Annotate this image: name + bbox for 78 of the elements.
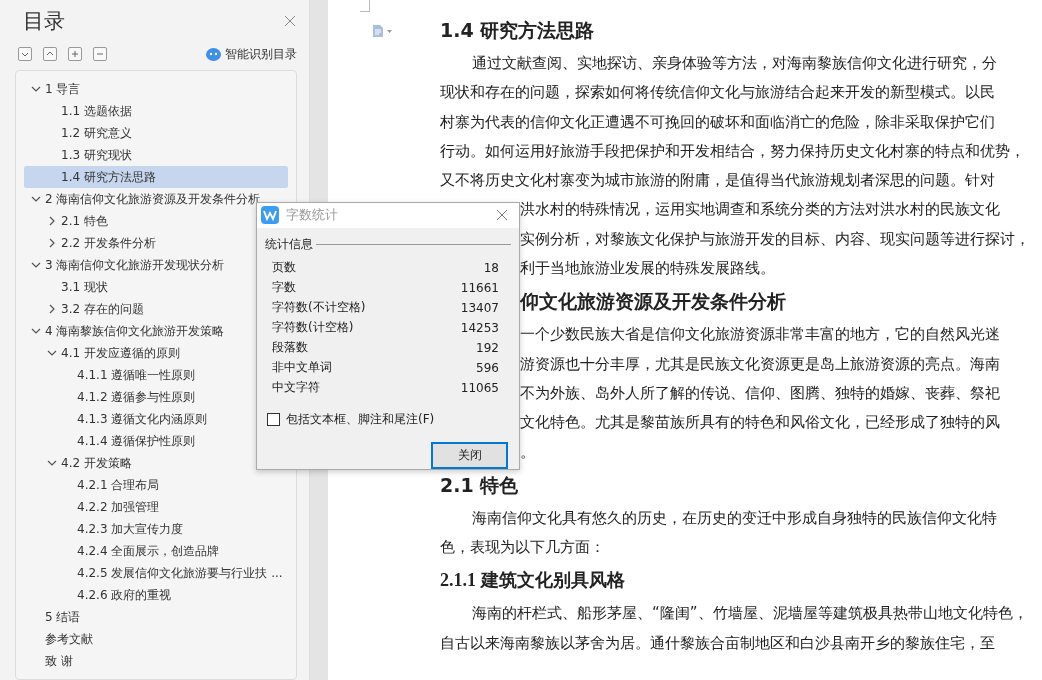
stat-value: 11661: [460, 280, 499, 295]
section-heading: 2.1.1 建筑文化别具风格: [440, 569, 625, 593]
toc-item[interactable]: 2.2 开发条件分析: [24, 232, 160, 254]
toc-item[interactable]: 3.1 现状: [24, 276, 112, 298]
toc-item[interactable]: 3 海南信仰文化旅游开发现状分析: [24, 254, 229, 276]
option-label: 包括文本框、脚注和尾注(F): [286, 410, 435, 428]
expand-all-button[interactable]: [18, 47, 32, 62]
paragraph-line: 不为外族、岛外人所了解的传说、信仰、图腾、独特的婚嫁、丧葬、祭祀: [520, 382, 1000, 404]
stat-value: 596: [476, 360, 499, 375]
toc-item[interactable]: 1 导言: [24, 78, 85, 100]
close-button[interactable]: 关闭: [431, 441, 508, 469]
toc-item[interactable]: 4.1.4 遵循保护性原则: [24, 430, 200, 452]
page-corner-mark: [360, 0, 370, 12]
toc-item[interactable]: 4.2.5 发展信仰文化旅游要与行业扶 ...: [24, 562, 287, 584]
paragraph-line: 现状和存在的问题，探索如何将传统信仰文化与旅游结合起来开发的新型模式。以民: [440, 82, 995, 104]
toc-item[interactable]: 1.4 研究方法思路: [24, 166, 288, 188]
stat-label: 非中文单词: [272, 359, 332, 377]
paragraph-line: 。: [520, 441, 535, 463]
paragraph-line: 村寨为代表的信仰文化正遭遇不可挽回的破坏和面临消亡的危险，除非采取保护它们: [440, 111, 995, 133]
stat-value: 18: [483, 260, 499, 275]
paragraph-line: 利于当地旅游业发展的特殊发展路线。: [520, 258, 775, 280]
app-logo-icon: [261, 206, 279, 225]
stat-label: 字数: [272, 279, 296, 297]
toc-item[interactable]: 2 海南信仰文化旅游资源及开发条件分析: [24, 188, 265, 210]
toc-item[interactable]: 2.1 特色: [24, 210, 112, 232]
toc-item[interactable]: 1.1 选题依据: [24, 100, 136, 122]
toc-item[interactable]: 4.2.1 合理布局: [24, 474, 164, 496]
collapse-all-button[interactable]: [43, 47, 57, 62]
smart-toc-button[interactable]: 智能识别目录: [206, 45, 297, 63]
section-heading: 仰文化旅游资源及开发条件分析: [520, 289, 786, 315]
paragraph-line: 一个少数民族大省是信仰文化旅游资源非常丰富的地方，它的自然风光迷: [520, 324, 1000, 346]
expand-button[interactable]: [68, 47, 82, 62]
toc-item[interactable]: 4.2.3 加大宣传力度: [24, 518, 188, 540]
paragraph-line: 行动。如何运用好旅游手段把保护和开发相结合，努力保持历史文化村寨的特点和优势，: [440, 140, 1025, 162]
paragraph-line: 游资源也十分丰厚，尤其是民族文化资源更是岛上旅游资源的亮点。海南: [520, 353, 1000, 375]
stat-label: 段落数: [272, 339, 308, 357]
paragraph-line: 又不将历史文化村寨变为城市旅游的附庸，是值得当代旅游规划者深思的问题。针对: [440, 170, 995, 192]
collapse-button[interactable]: [93, 47, 107, 62]
paragraph-line: 海南的杆栏式、船形茅屋、“隆闺”、竹墙屋、泥墙屋等建筑极具热带山地文化特色，: [471, 603, 1028, 625]
panel-title: 目录: [23, 8, 65, 36]
robot-icon: [206, 47, 221, 61]
toc-item[interactable]: 4.1.1 遵循唯一性原则: [24, 364, 200, 386]
stat-value: 14253: [460, 320, 499, 335]
toc-item[interactable]: 4.2.6 政府的重视: [24, 584, 176, 606]
stat-value: 192: [476, 340, 499, 355]
checkbox[interactable]: [267, 412, 280, 426]
toc-item[interactable]: 1.3 研究现状: [24, 144, 136, 166]
toc-item[interactable]: 5 结语: [24, 606, 85, 628]
paragraph-line: 洪水村的特殊情况，运用实地调查和系统分类的方法对洪水村的民族文化: [520, 199, 1000, 221]
toc-item[interactable]: 4.2 开发策略: [24, 452, 136, 474]
close-icon[interactable]: [495, 208, 509, 223]
toc-item[interactable]: 参考文献: [24, 628, 97, 650]
toc-item[interactable]: 致 谢: [24, 650, 77, 672]
stat-label: 页数: [272, 259, 296, 277]
toc-item[interactable]: 4 海南黎族信仰文化旅游开发策略: [24, 320, 229, 342]
paragraph-line: 自古以来海南黎族以茅舍为居。通什黎族合亩制地区和白沙县南开乡的黎族住宅，至: [440, 632, 995, 654]
toc-item[interactable]: 1.2 研究意义: [24, 122, 136, 144]
toc-item[interactable]: 4.2.2 加强管理: [24, 496, 164, 518]
stat-label: 中文字符: [272, 379, 320, 397]
toc-item[interactable]: 4.1.2 遵循参与性原则: [24, 386, 200, 408]
stat-value: 11065: [460, 380, 499, 395]
stat-label: 字符数(不计空格): [272, 299, 366, 317]
close-icon[interactable]: [283, 14, 297, 29]
toc-item[interactable]: 4.1.3 遵循文化内涵原则: [24, 408, 212, 430]
toc-item[interactable]: 3.2 存在的问题: [24, 298, 148, 320]
stat-value: 13407: [460, 300, 499, 315]
paragraph-line: 海南信仰文化具有悠久的历史，在历史的变迁中形成自身独特的民族信仰文化特: [471, 507, 997, 529]
section-heading: 2.1 特色: [440, 472, 519, 498]
section-heading: 1.4 研究方法思路: [440, 18, 595, 43]
paragraph-line: 通过文献查阅、实地探访、亲身体验等方法，对海南黎族信仰文化进行研究，分: [471, 53, 997, 74]
group-label: 统计信息: [265, 235, 313, 253]
dialog-title: 字数统计: [286, 206, 338, 225]
toc-item[interactable]: 4.1 开发应遵循的原则: [24, 342, 184, 364]
paragraph-line: 实例分析，对黎族文化保护与旅游开发的目标、内容、现实问题等进行探讨，: [520, 228, 1030, 250]
paragraph-line: 色，表现为以下几方面：: [440, 537, 605, 559]
stat-label: 字符数(计空格): [272, 319, 354, 337]
paragraph-line: 文化特色。尤其是黎苗族所具有的特色和风俗文化，已经形成了独特的风: [520, 412, 1000, 434]
toc-item[interactable]: 4.2.4 全面展示，创造品牌: [24, 540, 224, 562]
